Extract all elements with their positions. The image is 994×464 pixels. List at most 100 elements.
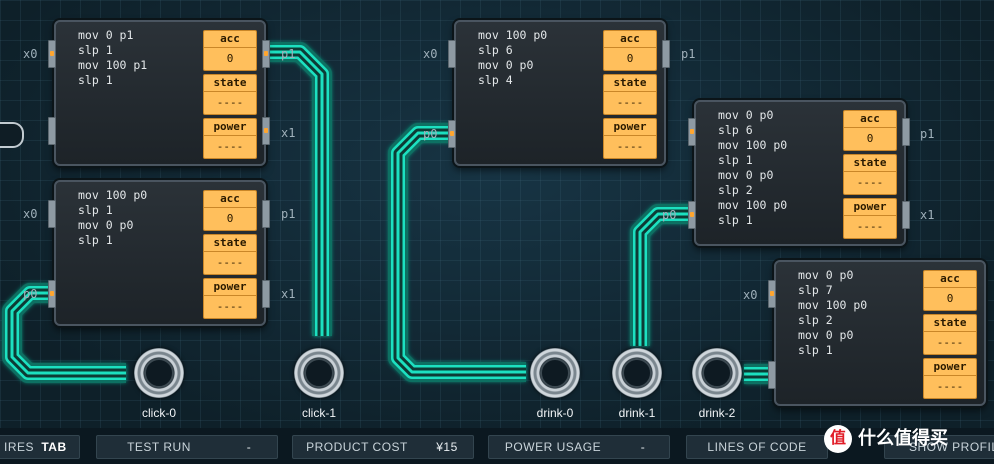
code-line: mov 0 p0 xyxy=(718,168,774,182)
chip-code[interactable]: mov 100 p0 slp 6 mov 0 p0 slp 4 xyxy=(478,28,547,88)
mc-chip[interactable]: mov 100 p0 slp 6 mov 0 p0 slp 4 acc 0 st… xyxy=(454,20,666,166)
code-line: mov 100 p0 xyxy=(78,188,148,202)
pin-p1[interactable] xyxy=(262,200,270,228)
drink-0-dispenser-component[interactable] xyxy=(530,348,580,398)
code-line: slp 1 xyxy=(78,43,113,57)
register-name: state xyxy=(604,75,656,92)
circuit-board[interactable]: mov 0 p1 slp 1 mov 100 p1 slp 1 acc 0 st… xyxy=(0,0,994,428)
register-name: state xyxy=(924,315,976,332)
power-usage-value: - xyxy=(640,440,646,454)
mc-chip[interactable]: mov 0 p0 slp 6 mov 100 p0 slp 1 mov 0 p0… xyxy=(694,100,906,246)
wires-label: IRES xyxy=(3,440,34,454)
acc-register: acc 0 xyxy=(923,270,977,311)
code-line: mov 0 p0 xyxy=(78,218,134,232)
product-cost-label: PRODUCT COST xyxy=(306,440,408,454)
state-register: state ---- xyxy=(603,74,657,115)
code-line: slp 1 xyxy=(798,343,833,357)
component-label: drink-0 xyxy=(536,406,574,420)
pin-p0[interactable] xyxy=(48,117,56,145)
register-value: ---- xyxy=(216,140,244,153)
mc-chip[interactable]: mov 0 p0 slp 7 mov 100 p0 slp 2 mov 0 p0… xyxy=(774,260,986,406)
pin-p0[interactable] xyxy=(768,361,776,389)
chip-code[interactable]: mov 0 p1 slp 1 mov 100 p1 slp 1 xyxy=(78,28,147,88)
test-run-label: TEST RUN xyxy=(127,440,191,454)
acc-register: acc 0 xyxy=(203,190,257,231)
pin-x0[interactable] xyxy=(48,200,56,228)
code-line: mov 100 p0 xyxy=(718,198,788,212)
drink-2-dispenser-component[interactable] xyxy=(692,348,742,398)
register-name: state xyxy=(844,155,896,172)
mc-chip[interactable]: mov 0 p1 slp 1 mov 100 p1 slp 1 acc 0 st… xyxy=(54,20,266,166)
acc-register: acc 0 xyxy=(603,30,657,71)
code-line: mov 100 p1 xyxy=(78,58,148,72)
register-name: acc xyxy=(204,191,256,208)
product-cost-value: ¥15 xyxy=(436,440,458,454)
pin-label: p0 xyxy=(662,208,677,222)
wires-toggle-button[interactable]: IRES TAB xyxy=(0,435,80,459)
chip-code[interactable]: mov 0 p0 slp 6 mov 100 p0 slp 1 mov 0 p0… xyxy=(718,108,787,228)
state-register: state ---- xyxy=(923,314,977,355)
register-value: ---- xyxy=(216,256,244,269)
pin-x1[interactable] xyxy=(902,201,910,229)
chip-code[interactable]: mov 0 p0 slp 7 mov 100 p0 slp 2 mov 0 p0… xyxy=(798,268,867,358)
pin-x0[interactable] xyxy=(48,40,56,68)
register-name: state xyxy=(204,75,256,92)
code-line: slp 1 xyxy=(78,73,113,87)
register-value: ---- xyxy=(216,96,244,109)
lines-of-code-label: LINES OF CODE xyxy=(707,440,807,454)
mc-chip[interactable]: mov 100 p0 slp 1 mov 0 p0 slp 1 acc 0 st… xyxy=(54,180,266,326)
pin-p0[interactable] xyxy=(48,280,56,308)
pin-label: x1 xyxy=(920,208,935,222)
component-label: click-0 xyxy=(141,406,176,420)
state-register: state ---- xyxy=(203,234,257,275)
pin-x1[interactable] xyxy=(262,280,270,308)
register-value: ---- xyxy=(936,380,964,393)
click-0-button-component[interactable] xyxy=(134,348,184,398)
register-value: ---- xyxy=(856,176,884,189)
register-value: ---- xyxy=(936,336,964,349)
code-line: mov 0 p0 xyxy=(798,328,854,342)
pin-label: p1 xyxy=(281,47,296,61)
test-run-button[interactable]: TEST RUN - xyxy=(96,435,278,459)
wires-key: TAB xyxy=(41,440,67,454)
pin-label: x0 xyxy=(743,288,758,302)
wire-chipd-drink1 xyxy=(630,204,692,346)
chip-code[interactable]: mov 100 p0 slp 1 mov 0 p0 slp 1 xyxy=(78,188,147,248)
pin-p1[interactable] xyxy=(902,118,910,146)
pin-label: p1 xyxy=(681,47,696,61)
code-line: mov 0 p1 xyxy=(78,28,134,42)
pin-p1[interactable] xyxy=(262,40,270,68)
pin-x0[interactable] xyxy=(448,40,456,68)
component-label: drink-1 xyxy=(618,406,656,420)
register-value: 0 xyxy=(866,132,874,145)
code-line: mov 100 p0 xyxy=(718,138,788,152)
pin-p0[interactable] xyxy=(688,201,696,229)
watermark: 值什么值得买 xyxy=(824,420,948,456)
pin-label: x0 xyxy=(23,207,38,221)
wire-chipc-drink0 xyxy=(388,123,526,382)
pin-p1[interactable] xyxy=(662,40,670,68)
test-run-value: - xyxy=(246,440,252,454)
code-line: slp 1 xyxy=(78,203,113,217)
drink-1-dispenser-component[interactable] xyxy=(612,348,662,398)
register-name: acc xyxy=(604,31,656,48)
pin-p0[interactable] xyxy=(448,120,456,148)
register-name: acc xyxy=(844,111,896,128)
sidebar-toggle[interactable] xyxy=(0,122,24,148)
pin-label: p0 xyxy=(423,127,438,141)
product-cost-panel: PRODUCT COST ¥15 xyxy=(292,435,474,459)
register-value: ---- xyxy=(216,300,244,313)
code-line: slp 7 xyxy=(798,283,833,297)
pin-x0[interactable] xyxy=(768,280,776,308)
click-1-button-component[interactable] xyxy=(294,348,344,398)
register-name: acc xyxy=(924,271,976,288)
pin-x1[interactable] xyxy=(262,117,270,145)
lines-of-code-panel: LINES OF CODE xyxy=(686,435,828,459)
register-value: 0 xyxy=(226,212,234,225)
power-register: power ---- xyxy=(603,118,657,159)
watermark-logo-icon: 值 xyxy=(824,425,852,454)
pin-x0[interactable] xyxy=(688,118,696,146)
power-register: power ---- xyxy=(203,278,257,319)
power-register: power ---- xyxy=(843,198,897,239)
code-line: mov 100 p0 xyxy=(798,298,868,312)
